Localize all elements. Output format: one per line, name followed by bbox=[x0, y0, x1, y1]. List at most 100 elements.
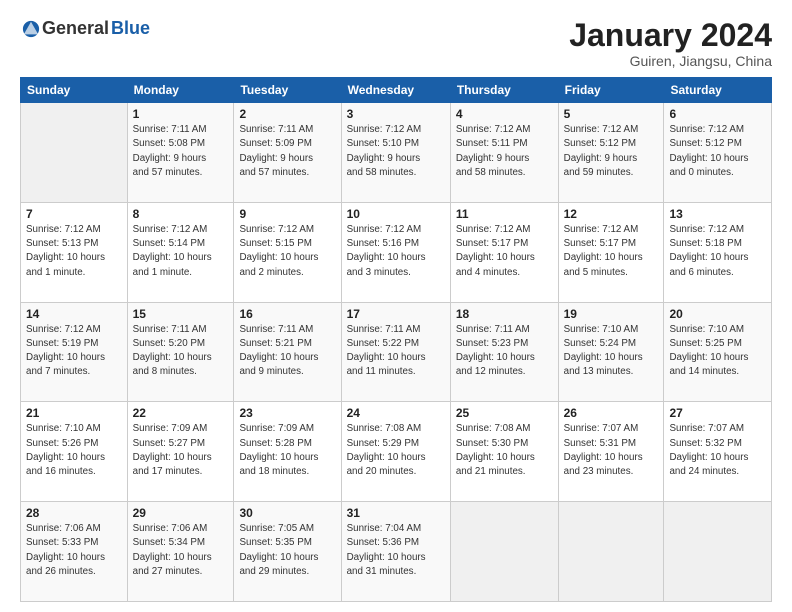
header: General Blue January 2024 Guiren, Jiangs… bbox=[20, 18, 772, 69]
day-info: Sunrise: 7:05 AMSunset: 5:35 PMDaylight:… bbox=[239, 522, 335, 579]
day-info: Sunrise: 7:12 AMSunset: 5:16 PMDaylight:… bbox=[347, 223, 445, 280]
table-row: 21 Sunrise: 7:10 AMSunset: 5:26 PMDayligh… bbox=[21, 402, 128, 502]
day-info: Sunrise: 7:12 AMSunset: 5:15 PMDaylight:… bbox=[239, 223, 335, 280]
table-row bbox=[21, 103, 128, 203]
day-number: 28 bbox=[26, 506, 122, 520]
table-row: 3 Sunrise: 7:12 AMSunset: 5:10 PMDaylight… bbox=[341, 103, 450, 203]
day-info: Sunrise: 7:11 AMSunset: 5:21 PMDaylight:… bbox=[239, 323, 335, 380]
day-info: Sunrise: 7:11 AMSunset: 5:20 PMDaylight:… bbox=[133, 323, 229, 380]
day-number: 8 bbox=[133, 207, 229, 221]
page: General Blue January 2024 Guiren, Jiangs… bbox=[0, 0, 792, 612]
day-info: Sunrise: 7:08 AMSunset: 5:29 PMDaylight:… bbox=[347, 422, 445, 479]
table-row: 30Sunrise: 7:05 AMSunset: 5:35 PMDayligh… bbox=[234, 502, 341, 602]
col-tuesday: Tuesday bbox=[234, 78, 341, 103]
day-number: 22 bbox=[133, 406, 229, 420]
day-info: Sunrise: 7:12 AMSunset: 5:12 PMDaylight:… bbox=[669, 123, 766, 180]
day-info: Sunrise: 7:12 AMSunset: 5:18 PMDaylight:… bbox=[669, 223, 766, 280]
day-number: 11 bbox=[456, 207, 553, 221]
table-row: 12 Sunrise: 7:12 AMSunset: 5:17 PMDayligh… bbox=[558, 202, 664, 302]
day-info: Sunrise: 7:12 AMSunset: 5:19 PMDaylight:… bbox=[26, 323, 122, 380]
table-row: 20Sunrise: 7:10 AMSunset: 5:25 PMDayligh… bbox=[664, 302, 772, 402]
table-row: 5 Sunrise: 7:12 AMSunset: 5:12 PMDaylight… bbox=[558, 103, 664, 203]
table-row: 29 Sunrise: 7:06 AMSunset: 5:34 PMDayligh… bbox=[127, 502, 234, 602]
day-info: Sunrise: 7:11 AMSunset: 5:22 PMDaylight:… bbox=[347, 323, 445, 380]
day-number: 21 bbox=[26, 406, 122, 420]
logo-general-text: General bbox=[42, 18, 109, 39]
day-number: 15 bbox=[133, 307, 229, 321]
table-row: 24 Sunrise: 7:08 AMSunset: 5:29 PMDayligh… bbox=[341, 402, 450, 502]
day-info: Sunrise: 7:12 AMSunset: 5:12 PMDaylight:… bbox=[564, 123, 659, 180]
logo: General Blue bbox=[20, 18, 150, 39]
table-row: 1 Sunrise: 7:11 AMSunset: 5:08 PMDaylight… bbox=[127, 103, 234, 203]
day-number: 6 bbox=[669, 107, 766, 121]
table-row bbox=[450, 502, 558, 602]
day-number: 27 bbox=[669, 406, 766, 420]
day-number: 4 bbox=[456, 107, 553, 121]
table-row: 28Sunrise: 7:06 AMSunset: 5:33 PMDayligh… bbox=[21, 502, 128, 602]
day-info: Sunrise: 7:12 AMSunset: 5:10 PMDaylight:… bbox=[347, 123, 445, 180]
col-saturday: Saturday bbox=[664, 78, 772, 103]
day-number: 12 bbox=[564, 207, 659, 221]
table-row: 16Sunrise: 7:11 AMSunset: 5:21 PMDayligh… bbox=[234, 302, 341, 402]
day-number: 17 bbox=[347, 307, 445, 321]
title-block: January 2024 Guiren, Jiangsu, China bbox=[569, 18, 772, 69]
table-row: 7Sunrise: 7:12 AMSunset: 5:13 PMDaylight… bbox=[21, 202, 128, 302]
table-row: 25 Sunrise: 7:08 AMSunset: 5:30 PMDayligh… bbox=[450, 402, 558, 502]
table-row: 9 Sunrise: 7:12 AMSunset: 5:15 PMDaylight… bbox=[234, 202, 341, 302]
day-number: 7 bbox=[26, 207, 122, 221]
table-row: 19Sunrise: 7:10 AMSunset: 5:24 PMDayligh… bbox=[558, 302, 664, 402]
table-row: 8 Sunrise: 7:12 AMSunset: 5:14 PMDaylight… bbox=[127, 202, 234, 302]
table-row: 14 Sunrise: 7:12 AMSunset: 5:19 PMDayligh… bbox=[21, 302, 128, 402]
table-row: 13 Sunrise: 7:12 AMSunset: 5:18 PMDayligh… bbox=[664, 202, 772, 302]
table-row bbox=[558, 502, 664, 602]
day-number: 13 bbox=[669, 207, 766, 221]
table-row: 26Sunrise: 7:07 AMSunset: 5:31 PMDayligh… bbox=[558, 402, 664, 502]
day-info: Sunrise: 7:10 AMSunset: 5:26 PMDaylight:… bbox=[26, 422, 122, 479]
day-number: 24 bbox=[347, 406, 445, 420]
table-row: 6 Sunrise: 7:12 AMSunset: 5:12 PMDaylight… bbox=[664, 103, 772, 203]
day-info: Sunrise: 7:12 AMSunset: 5:14 PMDaylight:… bbox=[133, 223, 229, 280]
day-number: 10 bbox=[347, 207, 445, 221]
day-info: Sunrise: 7:11 AMSunset: 5:23 PMDaylight:… bbox=[456, 323, 553, 380]
day-number: 1 bbox=[133, 107, 229, 121]
col-thursday: Thursday bbox=[450, 78, 558, 103]
day-number: 29 bbox=[133, 506, 229, 520]
day-number: 5 bbox=[564, 107, 659, 121]
day-number: 26 bbox=[564, 406, 659, 420]
day-info: Sunrise: 7:09 AMSunset: 5:27 PMDaylight:… bbox=[133, 422, 229, 479]
col-wednesday: Wednesday bbox=[341, 78, 450, 103]
day-info: Sunrise: 7:04 AMSunset: 5:36 PMDaylight:… bbox=[347, 522, 445, 579]
day-number: 25 bbox=[456, 406, 553, 420]
table-row: 2 Sunrise: 7:11 AMSunset: 5:09 PMDaylight… bbox=[234, 103, 341, 203]
day-info: Sunrise: 7:11 AMSunset: 5:08 PMDaylight:… bbox=[133, 123, 229, 180]
day-number: 31 bbox=[347, 506, 445, 520]
logo-blue-text: Blue bbox=[111, 18, 150, 39]
table-row: 31 Sunrise: 7:04 AMSunset: 5:36 PMDayligh… bbox=[341, 502, 450, 602]
day-info: Sunrise: 7:06 AMSunset: 5:34 PMDaylight:… bbox=[133, 522, 229, 579]
table-row: 10 Sunrise: 7:12 AMSunset: 5:16 PMDayligh… bbox=[341, 202, 450, 302]
col-sunday: Sunday bbox=[21, 78, 128, 103]
calendar-table: Sunday Monday Tuesday Wednesday Thursday… bbox=[20, 77, 772, 602]
day-number: 23 bbox=[239, 406, 335, 420]
location-subtitle: Guiren, Jiangsu, China bbox=[569, 53, 772, 69]
day-number: 3 bbox=[347, 107, 445, 121]
month-title: January 2024 bbox=[569, 18, 772, 53]
day-info: Sunrise: 7:12 AMSunset: 5:17 PMDaylight:… bbox=[564, 223, 659, 280]
day-info: Sunrise: 7:08 AMSunset: 5:30 PMDaylight:… bbox=[456, 422, 553, 479]
table-row bbox=[664, 502, 772, 602]
table-row: 18Sunrise: 7:11 AMSunset: 5:23 PMDayligh… bbox=[450, 302, 558, 402]
day-info: Sunrise: 7:11 AMSunset: 5:09 PMDaylight:… bbox=[239, 123, 335, 180]
day-number: 9 bbox=[239, 207, 335, 221]
table-row: 17 Sunrise: 7:11 AMSunset: 5:22 PMDayligh… bbox=[341, 302, 450, 402]
day-number: 2 bbox=[239, 107, 335, 121]
col-friday: Friday bbox=[558, 78, 664, 103]
day-info: Sunrise: 7:09 AMSunset: 5:28 PMDaylight:… bbox=[239, 422, 335, 479]
table-row: 15 Sunrise: 7:11 AMSunset: 5:20 PMDayligh… bbox=[127, 302, 234, 402]
day-number: 19 bbox=[564, 307, 659, 321]
logo-icon bbox=[22, 20, 40, 38]
table-row: 23 Sunrise: 7:09 AMSunset: 5:28 PMDayligh… bbox=[234, 402, 341, 502]
table-row: 4Sunrise: 7:12 AMSunset: 5:11 PMDaylight… bbox=[450, 103, 558, 203]
day-info: Sunrise: 7:07 AMSunset: 5:32 PMDaylight:… bbox=[669, 422, 766, 479]
calendar-header-row: Sunday Monday Tuesday Wednesday Thursday… bbox=[21, 78, 772, 103]
day-number: 14 bbox=[26, 307, 122, 321]
